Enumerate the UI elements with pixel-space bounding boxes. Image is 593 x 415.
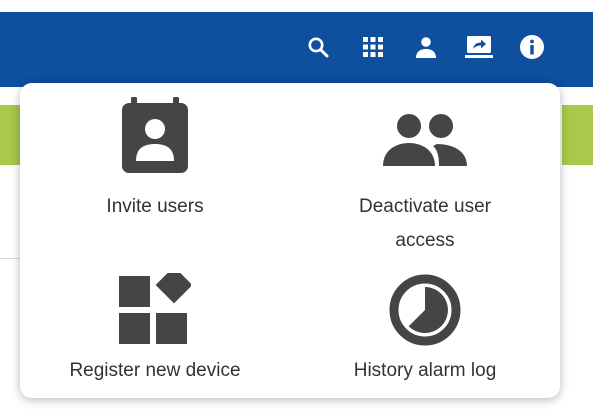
menu-item-label: Invite users [106,196,204,217]
menu-item-label: History alarm log [353,360,497,381]
deactivate-user-access-item[interactable]: Deactivate user access [290,93,560,253]
menu-item-label: Register new device [69,360,241,381]
search-icon[interactable] [304,33,332,61]
person-icon[interactable] [412,33,440,61]
people-icon [383,113,467,172]
top-bar-actions [300,33,560,61]
invite-users-item[interactable]: Invite users [20,93,290,233]
screen-share-icon[interactable] [465,33,493,61]
apps-grid-icon[interactable] [359,33,387,61]
widgets-icon [119,266,193,350]
background-text-fragment [0,230,10,248]
contact-calendar-icon [121,97,189,180]
history-alarm-log-item[interactable]: History alarm log [290,258,560,393]
background-banner [562,105,593,165]
register-new-device-item[interactable]: Register new device [20,258,290,393]
pie-clock-icon [388,273,462,352]
quick-actions-menu: Invite users Deactivate user access Regi… [20,83,560,398]
info-icon[interactable] [518,33,546,61]
menu-item-label: Deactivate user access [358,196,491,251]
